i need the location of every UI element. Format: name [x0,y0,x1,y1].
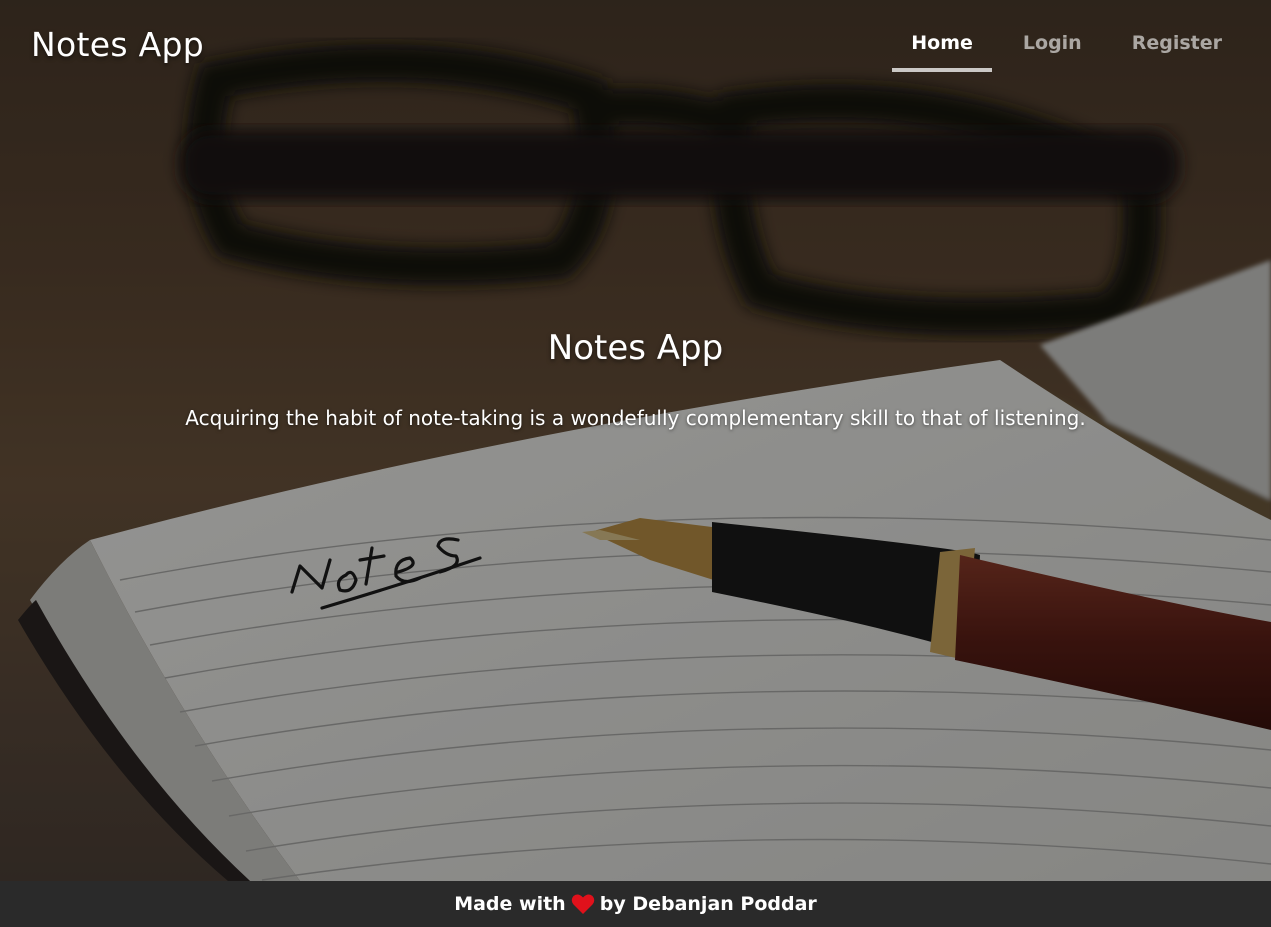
main-nav: Home Login Register [880,30,1241,72]
heart-icon [571,894,594,914]
footer: Made with by Debanjan Poddar [0,881,1271,927]
nav-login-link[interactable]: Login [1004,30,1101,72]
hero-lead-text: Acquiring the habit of note-taking is a … [185,406,1086,430]
brand-logo[interactable]: Notes App [31,25,204,64]
hero-title: Notes App [547,328,724,368]
page: Notes App Home Login Register Notes App … [0,0,1271,927]
hero-dark-overlay [0,0,1271,881]
hero-section: Notes App Home Login Register Notes App … [0,0,1271,881]
nav-home-link[interactable]: Home [892,30,992,72]
footer-author-text: by Debanjan Poddar [599,893,817,915]
nav-register-link[interactable]: Register [1113,30,1241,72]
footer-prefix-text: Made with [454,893,566,915]
